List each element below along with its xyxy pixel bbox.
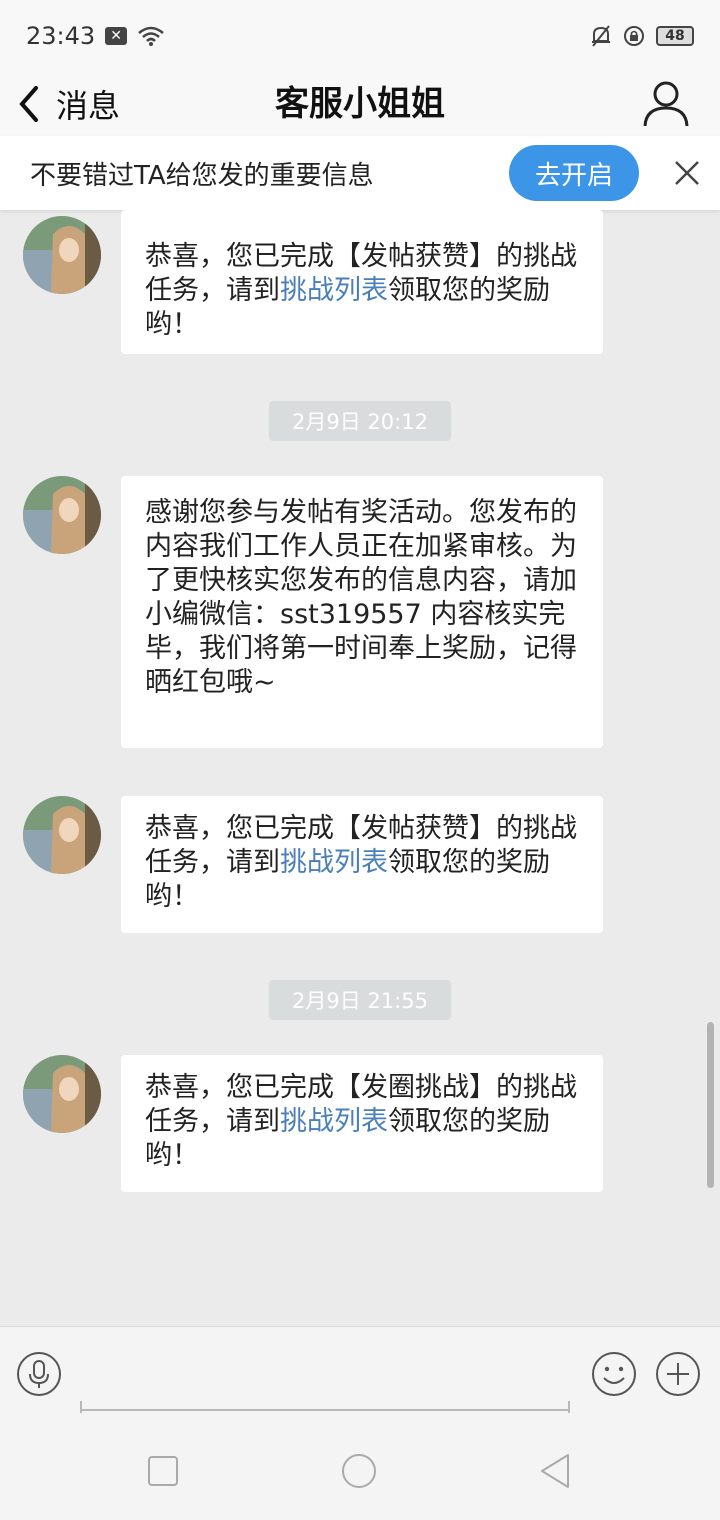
- input-edge: [80, 1401, 82, 1413]
- notification-banner: 不要错过TA给您发的重要信息 去开启: [0, 136, 720, 210]
- timestamp-badge: 2月9日 21:55: [269, 980, 451, 1020]
- recent-apps-icon[interactable]: [146, 1454, 180, 1488]
- input-bar: [0, 1326, 720, 1416]
- status-time: 23:43: [26, 22, 96, 50]
- timestamp-badge: 2月9日 20:12: [269, 401, 451, 441]
- bell-muted-icon: [592, 25, 610, 47]
- back-button[interactable]: 消息: [16, 76, 120, 132]
- message-bubble: 恭喜，您已完成【发圈挑战】的挑战任务，请到挑战列表领取您的奖励哟！: [121, 1055, 603, 1192]
- enable-notification-button[interactable]: 去开启: [509, 145, 639, 201]
- avatar-image: [23, 216, 101, 294]
- profile-icon[interactable]: [642, 78, 690, 128]
- avatar-image: [23, 1055, 101, 1133]
- message-bubble: 恭喜，您已完成【发帖获赞】的挑战任务，请到挑战列表领取您的奖励哟！: [121, 796, 603, 933]
- rotation-lock-icon: [624, 26, 644, 46]
- wifi-icon: [138, 26, 164, 46]
- message-bubble: 感谢您参与发帖有奖活动。您发布的内容我们工作人员正在加紧审核。为了更快核实您发布…: [121, 476, 603, 748]
- input-edge: [568, 1401, 570, 1413]
- avatar-image: [23, 476, 101, 554]
- status-left: 23:43 ✕: [26, 22, 165, 50]
- message-bubble: 恭喜，您已完成【发帖获赞】的挑战任务，请到挑战列表领取您的奖励哟！: [121, 210, 603, 354]
- avatar[interactable]: [23, 796, 101, 874]
- challenge-list-link[interactable]: 挑战列表: [280, 275, 388, 306]
- status-bar: 23:43 ✕ 48: [0, 0, 720, 72]
- notification-x-icon: ✕: [105, 27, 128, 45]
- message-input[interactable]: [80, 1347, 570, 1411]
- status-right: 48: [590, 24, 694, 48]
- scrollbar[interactable]: [707, 1022, 714, 1188]
- avatar[interactable]: [23, 216, 101, 294]
- avatar[interactable]: [23, 1055, 101, 1133]
- battery-icon: 48: [656, 26, 694, 46]
- app-header: 消息 客服小姐姐: [0, 72, 720, 136]
- avatar[interactable]: [23, 476, 101, 554]
- avatar-image: [23, 796, 101, 874]
- back-label: 消息: [56, 87, 121, 125]
- emoji-icon[interactable]: [591, 1351, 637, 1397]
- chevron-left-icon: [19, 86, 38, 122]
- microphone-icon[interactable]: [16, 1351, 62, 1397]
- notification-text: 不要错过TA给您发的重要信息: [30, 160, 374, 191]
- back-triangle-icon[interactable]: [538, 1452, 574, 1490]
- challenge-list-link[interactable]: 挑战列表: [280, 1106, 388, 1137]
- system-nav-bar: [0, 1416, 720, 1520]
- close-icon[interactable]: [672, 158, 702, 188]
- challenge-list-link[interactable]: 挑战列表: [280, 847, 388, 878]
- plus-icon[interactable]: [655, 1351, 701, 1397]
- home-icon[interactable]: [340, 1452, 378, 1490]
